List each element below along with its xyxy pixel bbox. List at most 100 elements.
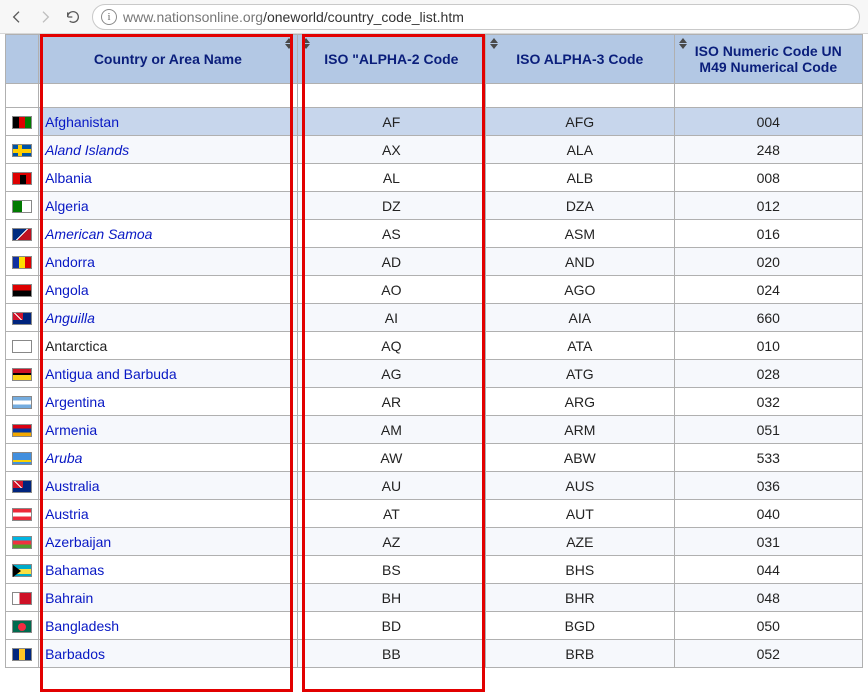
- numeric-cell: 048: [674, 584, 862, 612]
- table-row: Austria ATAUT040: [6, 500, 863, 528]
- flag-icon: [12, 256, 32, 269]
- table-row: AndorraADAND020: [6, 248, 863, 276]
- country-link[interactable]: Armenia: [45, 422, 97, 438]
- country-link[interactable]: Afghanistan: [45, 114, 119, 130]
- country-name-cell: Algeria: [39, 192, 298, 220]
- reload-button[interactable]: [64, 8, 82, 26]
- table-row: Algeria DZDZA012: [6, 192, 863, 220]
- sort-arrows-icon[interactable]: [302, 38, 310, 49]
- country-link[interactable]: Bahamas: [45, 562, 104, 578]
- table-row: Aland IslandsAXALA248: [6, 136, 863, 164]
- flag-icon: [12, 200, 32, 213]
- table-row: AntarcticaAQATA010: [6, 332, 863, 360]
- header-alpha2[interactable]: ISO "ALPHA-2 Code: [297, 35, 485, 84]
- table-row: AustraliaAUAUS036: [6, 472, 863, 500]
- table-row: AfghanistanAFAFG004: [6, 108, 863, 136]
- flag-icon: [12, 536, 32, 549]
- table-row: BarbadosBBBRB052: [6, 640, 863, 668]
- flag-cell: [6, 248, 39, 276]
- alpha2-cell: AF: [297, 108, 485, 136]
- alpha2-cell: AW: [297, 444, 485, 472]
- alpha2-cell: BS: [297, 556, 485, 584]
- table-row: AngolaAOAGO024: [6, 276, 863, 304]
- numeric-cell: 004: [674, 108, 862, 136]
- country-name-cell: Azerbaijan: [39, 528, 298, 556]
- numeric-cell: 031: [674, 528, 862, 556]
- country-link[interactable]: Austria: [45, 506, 89, 522]
- country-link[interactable]: Argentina: [45, 394, 105, 410]
- alpha3-cell: ALB: [486, 164, 674, 192]
- flag-cell: [6, 472, 39, 500]
- numeric-cell: 052: [674, 640, 862, 668]
- country-link[interactable]: Antigua and Barbuda: [45, 366, 177, 382]
- header-numeric[interactable]: ISO Numeric Code UN M49 Numerical Code: [674, 35, 862, 84]
- alpha3-cell: BGD: [486, 612, 674, 640]
- country-name-cell: Bahrain: [39, 584, 298, 612]
- alpha2-cell: AD: [297, 248, 485, 276]
- country-name-cell: Aruba: [39, 444, 298, 472]
- alpha3-cell: AUT: [486, 500, 674, 528]
- sort-arrows-icon[interactable]: [285, 38, 293, 49]
- table-row: American SamoaASASM016: [6, 220, 863, 248]
- flag-cell: [6, 332, 39, 360]
- alpha2-cell: AT: [297, 500, 485, 528]
- table-row: BahrainBHBHR048: [6, 584, 863, 612]
- country-link[interactable]: Bangladesh: [45, 618, 119, 634]
- alpha3-cell: BHR: [486, 584, 674, 612]
- country-link[interactable]: Anguilla: [45, 310, 95, 326]
- url-text: www.nationsonline.org/oneworld/country_c…: [123, 9, 464, 25]
- flag-cell: [6, 276, 39, 304]
- back-button[interactable]: [8, 8, 26, 26]
- flag-cell: [6, 444, 39, 472]
- address-bar[interactable]: i www.nationsonline.org/oneworld/country…: [92, 4, 860, 30]
- alpha3-cell: AUS: [486, 472, 674, 500]
- country-name-cell: Afghanistan: [39, 108, 298, 136]
- country-link[interactable]: Azerbaijan: [45, 534, 111, 550]
- country-link[interactable]: Algeria: [45, 198, 89, 214]
- country-name-cell: Anguilla: [39, 304, 298, 332]
- flag-cell: [6, 584, 39, 612]
- flag-cell: [6, 416, 39, 444]
- alpha2-cell: BD: [297, 612, 485, 640]
- table-row: ArgentinaARARG032: [6, 388, 863, 416]
- country-link[interactable]: Albania: [45, 170, 92, 186]
- numeric-cell: 012: [674, 192, 862, 220]
- page-content: Country or Area Name ISO "ALPHA-2 Code I…: [0, 34, 868, 694]
- numeric-cell: 040: [674, 500, 862, 528]
- table-row: BangladeshBDBGD050: [6, 612, 863, 640]
- numeric-cell: 024: [674, 276, 862, 304]
- flag-icon: [12, 368, 32, 381]
- table-row: Antigua and BarbudaAGATG028: [6, 360, 863, 388]
- sort-arrows-icon[interactable]: [490, 38, 498, 49]
- country-link[interactable]: American Samoa: [45, 226, 152, 242]
- sort-arrows-icon[interactable]: [679, 38, 687, 49]
- flag-cell: [6, 612, 39, 640]
- url-path: /oneworld/country_code_list.htm: [263, 9, 464, 25]
- alpha2-cell: AI: [297, 304, 485, 332]
- table-row: AnguillaAIAIA660: [6, 304, 863, 332]
- flag-cell: [6, 136, 39, 164]
- country-link[interactable]: Andorra: [45, 254, 95, 270]
- header-numeric-label: ISO Numeric Code UN M49 Numerical Code: [695, 43, 842, 75]
- country-link[interactable]: Barbados: [45, 646, 105, 662]
- header-alpha3[interactable]: ISO ALPHA-3 Code: [486, 35, 674, 84]
- flag-icon: [12, 452, 32, 465]
- country-link[interactable]: Bahrain: [45, 590, 93, 606]
- country-name-cell: Antarctica: [39, 332, 298, 360]
- arrow-left-icon: [9, 9, 25, 25]
- country-link[interactable]: Angola: [45, 282, 89, 298]
- flag-cell: [6, 640, 39, 668]
- flag-cell: [6, 360, 39, 388]
- alpha3-cell: DZA: [486, 192, 674, 220]
- alpha3-cell: AZE: [486, 528, 674, 556]
- country-link[interactable]: Aruba: [45, 450, 82, 466]
- site-info-icon[interactable]: i: [101, 9, 117, 25]
- forward-button[interactable]: [36, 8, 54, 26]
- alpha3-cell: ASM: [486, 220, 674, 248]
- alpha3-cell: BRB: [486, 640, 674, 668]
- country-link[interactable]: Australia: [45, 478, 99, 494]
- alpha2-cell: DZ: [297, 192, 485, 220]
- numeric-cell: 016: [674, 220, 862, 248]
- flag-icon: [12, 564, 32, 577]
- header-country[interactable]: Country or Area Name: [39, 35, 298, 84]
